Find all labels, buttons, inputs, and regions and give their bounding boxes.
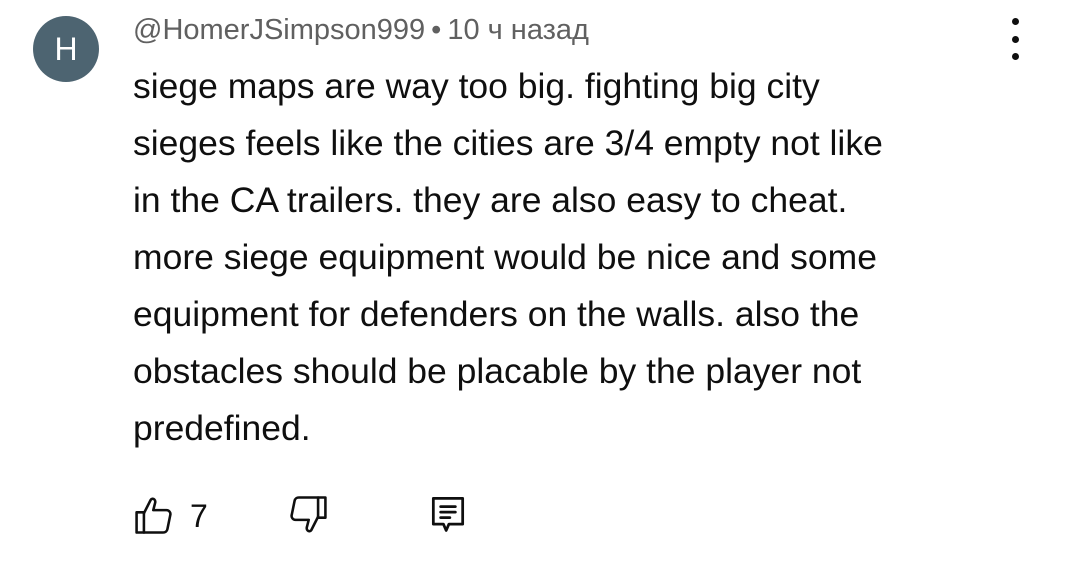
thumb-up-icon bbox=[135, 497, 172, 534]
dislike-button[interactable] bbox=[286, 492, 334, 540]
avatar[interactable]: H bbox=[33, 16, 99, 82]
comment-reply-icon bbox=[431, 497, 465, 532]
comment-thread: H @HomerJSimpson999 • 10 ч назад siege map… bbox=[0, 0, 1080, 568]
more-vert-icon bbox=[1011, 18, 1019, 25]
like-count: 7 bbox=[190, 498, 208, 534]
meta-separator: • bbox=[431, 14, 442, 46]
comment-text: siege maps are way too big. fighting big… bbox=[133, 66, 883, 448]
reply-button[interactable] bbox=[426, 492, 474, 540]
comment-header: @HomerJSimpson999 • 10 ч назад bbox=[133, 10, 589, 50]
like-button[interactable]: 7 bbox=[132, 492, 208, 540]
author-handle[interactable]: @HomerJSimpson999 bbox=[133, 14, 425, 46]
avatar-letter: H bbox=[54, 30, 78, 67]
more-vert-icon-dot bbox=[1011, 35, 1019, 43]
comment-action-bar: 7 bbox=[0, 486, 1080, 546]
comment-timestamp[interactable]: 10 ч назад bbox=[447, 14, 589, 46]
thumb-down-icon bbox=[290, 496, 327, 533]
more-options-button[interactable] bbox=[1000, 18, 1030, 60]
